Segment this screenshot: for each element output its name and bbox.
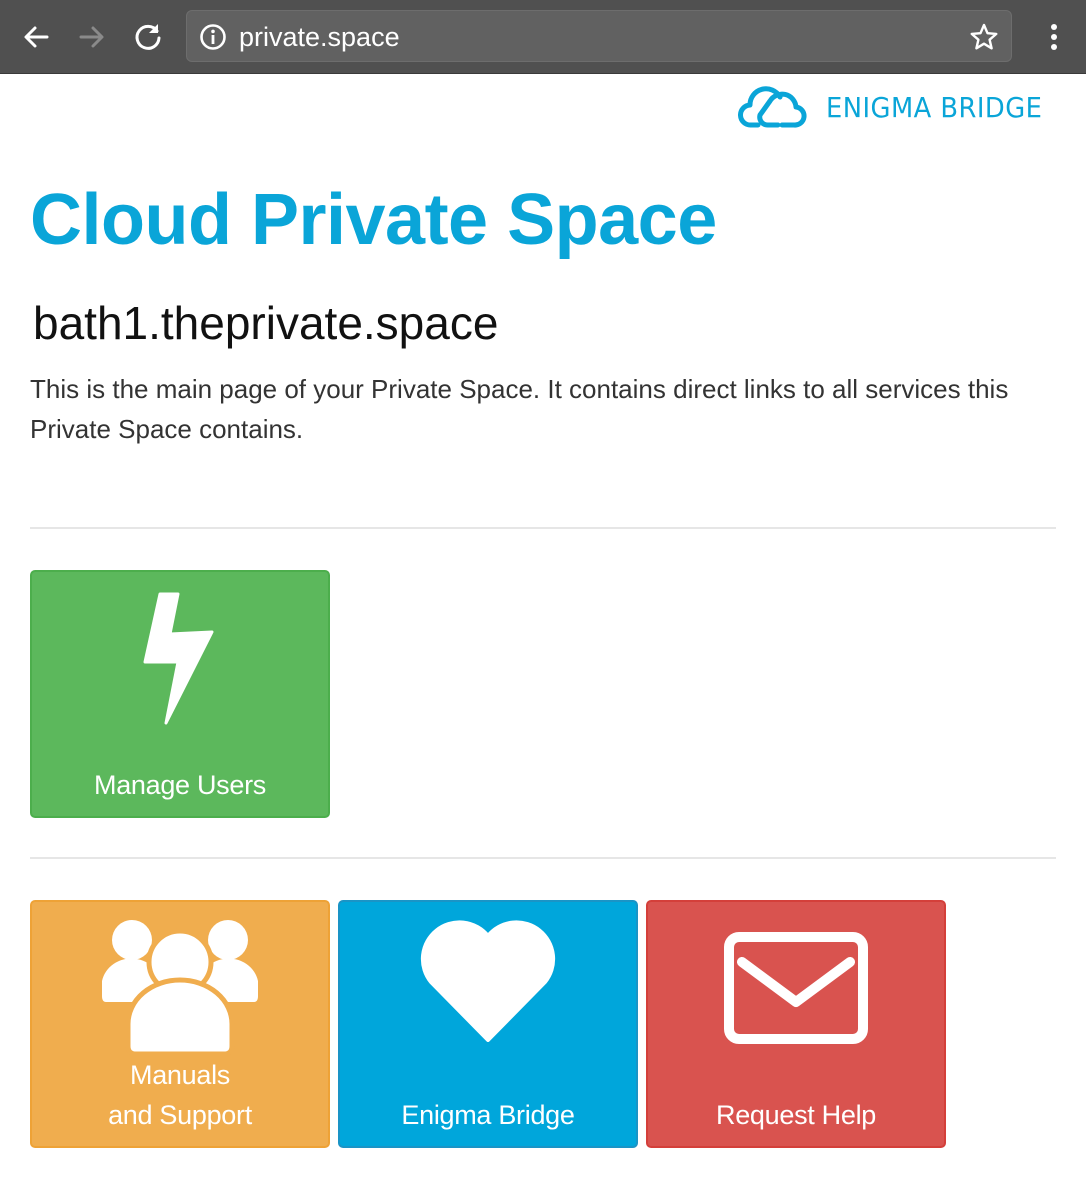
envelope-icon [648,932,944,1044]
request-help-tile[interactable]: Request Help [646,900,946,1148]
page-title: Cloud Private Space [30,180,717,260]
info-icon[interactable] [199,23,227,51]
section-divider [30,527,1056,529]
forward-arrow-icon [79,26,104,48]
url-text[interactable]: private.space [239,11,400,63]
tile-label: Manage Users [94,770,266,800]
manuals-support-tile[interactable]: Manuals and Support [30,900,330,1148]
enigma-bridge-tile[interactable]: Enigma Bridge [338,900,638,1148]
browser-toolbar: private.space [0,0,1086,74]
users-group-icon [32,912,328,1056]
section-divider [30,857,1056,859]
kebab-menu-icon [1051,24,1057,50]
tile-label-line: Manuals [130,1060,230,1090]
tile-label: Manuals and Support [32,1055,328,1135]
logo-text: ENIGMA BRIDGE [826,90,1043,124]
enigma-bridge-logo[interactable]: ENIGMA BRIDGE [738,84,1061,130]
forward-button[interactable] [72,17,112,57]
heart-icon [340,920,636,1042]
browser-menu-button[interactable] [1040,17,1068,57]
page-description: This is the main page of your Private Sp… [30,374,1009,444]
manage-users-tile[interactable]: Manage Users [30,570,330,818]
tile-label-line: and Support [108,1100,252,1130]
space-domain: bath1.theprivate.space [33,297,499,349]
reload-button[interactable] [128,17,168,57]
star-icon[interactable] [969,22,999,52]
address-bar[interactable]: private.space [186,10,1012,62]
lightning-bolt-icon [32,592,328,728]
tile-label: Enigma Bridge [401,1100,575,1130]
cloud-logo-icon [738,86,807,128]
back-button[interactable] [16,17,56,57]
back-arrow-icon [24,26,49,48]
tile-label: Request Help [716,1100,876,1130]
reload-icon [135,24,161,50]
